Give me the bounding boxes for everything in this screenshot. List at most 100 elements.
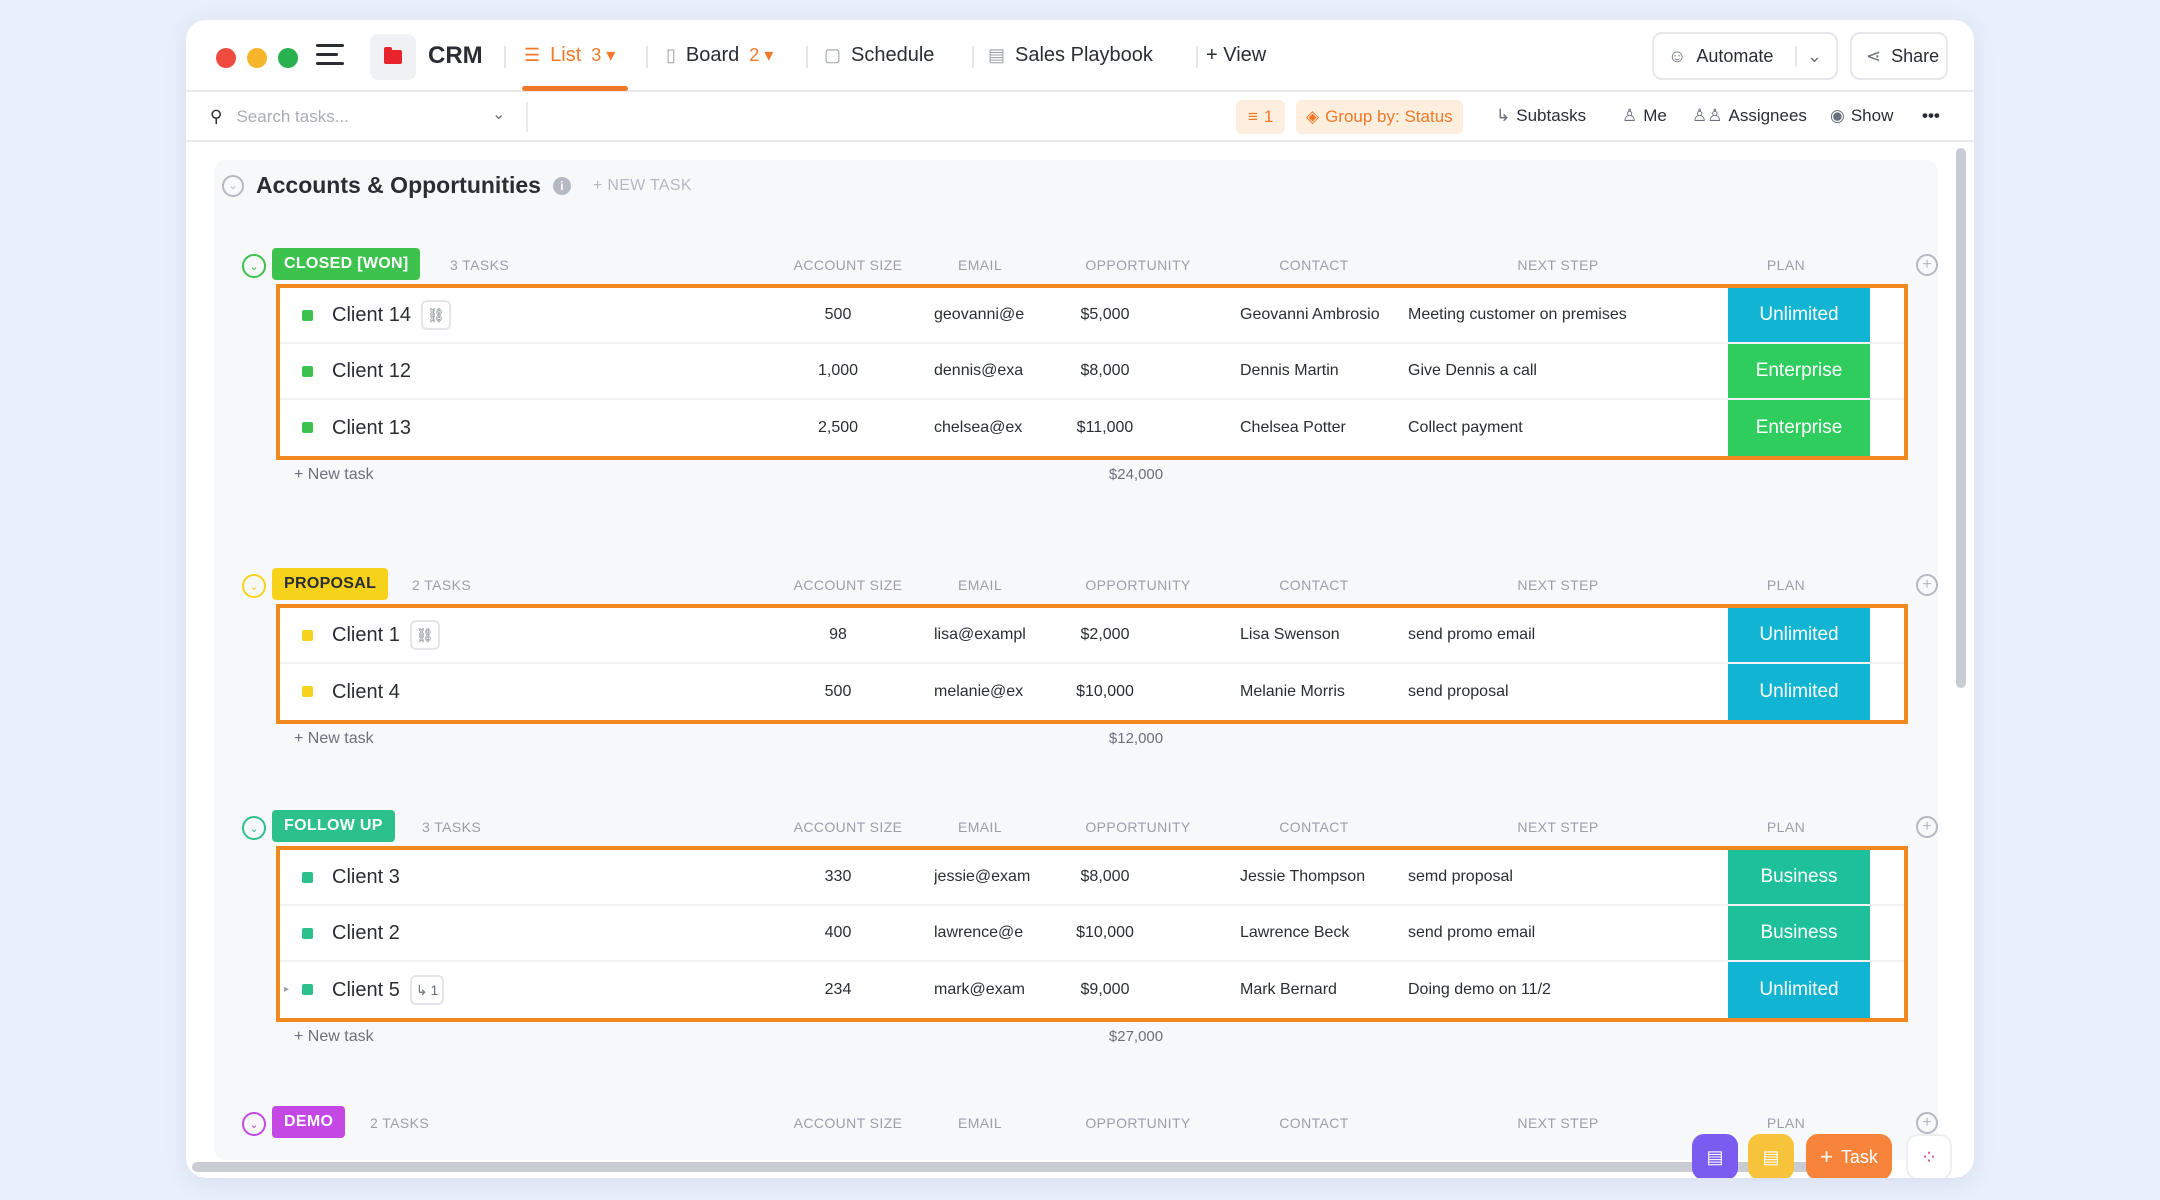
next-step-cell[interactable]: send promo email [1408, 906, 1708, 960]
group-by-button[interactable]: ◈ Group by: Status [1296, 100, 1463, 134]
add-task-row-button[interactable]: + New task [294, 1028, 374, 1046]
email-cell[interactable]: mark@exam [934, 962, 1034, 1018]
column-header[interactable]: CONTACT [1279, 819, 1348, 835]
me-button[interactable]: ♙ Me [1622, 106, 1667, 126]
contact-cell[interactable]: Lisa Swenson [1240, 608, 1390, 662]
link-icon[interactable]: ⛓ [420, 300, 451, 330]
email-cell[interactable]: melanie@ex [934, 664, 1034, 720]
new-task-button[interactable]: + NEW TASK [593, 177, 692, 195]
account-size-cell[interactable]: 330 [788, 850, 888, 904]
account-size-cell[interactable]: 500 [788, 288, 888, 342]
collapse-group-icon[interactable]: ⌄ [242, 1112, 266, 1136]
plan-cell[interactable]: Business [1728, 850, 1870, 904]
status-badge[interactable]: FOLLOW UP [272, 810, 395, 842]
opportunity-cell[interactable]: $9,000 [1045, 962, 1165, 1018]
subtasks-chip[interactable]: ↳ 1 [409, 975, 445, 1005]
task-row[interactable]: Client 14 ⛓ 500 geovanni@e $5,000 Geovanni Am… [280, 288, 1904, 344]
email-cell[interactable]: chelsea@ex [934, 400, 1034, 456]
next-step-cell[interactable]: Meeting customer on premises [1408, 288, 1708, 342]
task-name[interactable]: Client 13 [332, 400, 411, 456]
docs-button[interactable]: ▤ [1748, 1134, 1794, 1178]
next-step-cell[interactable]: Doing demo on 11/2 [1408, 962, 1708, 1018]
horizontal-scrollbar[interactable] [192, 1162, 1888, 1172]
tab-schedule[interactable]: ▢ Schedule [824, 44, 934, 67]
column-header[interactable]: CONTACT [1279, 257, 1348, 273]
email-cell[interactable]: lisa@exampl [934, 608, 1034, 662]
notepad-button[interactable]: ▤ [1692, 1134, 1738, 1178]
account-size-cell[interactable]: 400 [788, 906, 888, 960]
vertical-scrollbar[interactable] [1956, 148, 1966, 688]
plan-cell[interactable]: Business [1728, 906, 1870, 960]
opportunity-cell[interactable]: $10,000 [1045, 664, 1165, 720]
column-header[interactable]: ACCOUNT SIZE [794, 257, 903, 273]
status-square[interactable] [302, 310, 313, 321]
column-header[interactable]: NEXT STEP [1517, 257, 1598, 273]
email-cell[interactable]: geovanni@e [934, 288, 1034, 342]
minimize-window-button[interactable] [247, 48, 267, 68]
subtasks-button[interactable]: ↳ Subtasks [1496, 106, 1586, 126]
task-name[interactable]: Client 1 ⛓ [332, 608, 440, 662]
expand-icon[interactable]: ▸ [284, 984, 289, 995]
plan-cell[interactable]: Enterprise [1728, 344, 1870, 398]
info-icon[interactable]: i [552, 176, 571, 195]
task-row[interactable]: Client 2 400 lawrence@e $10,000 Lawrence Bec… [280, 906, 1904, 962]
column-header[interactable]: NEXT STEP [1517, 819, 1598, 835]
automate-button[interactable]: ☺ Automate ⌄ [1652, 32, 1838, 80]
add-task-row-button[interactable]: + New task [294, 730, 374, 748]
next-step-cell[interactable]: Collect payment [1408, 400, 1708, 456]
column-header[interactable]: NEXT STEP [1517, 577, 1598, 593]
contact-cell[interactable]: Geovanni Ambrosio [1240, 288, 1390, 342]
maximize-window-button[interactable] [278, 48, 298, 68]
apps-button[interactable]: ⁘ [1906, 1134, 1952, 1178]
opportunity-cell[interactable]: $11,000 [1045, 400, 1165, 456]
column-header[interactable]: PLAN [1767, 257, 1805, 273]
status-square[interactable] [302, 984, 313, 995]
tab-board[interactable]: ▯ Board 2 ▾ [666, 44, 773, 67]
collapse-group-icon[interactable]: ⌄ [242, 574, 266, 598]
chevron-down-icon[interactable]: ⌄ [492, 104, 505, 124]
collapse-icon[interactable]: ⌄ [222, 174, 244, 197]
task-name[interactable]: Client 2 [332, 906, 400, 960]
status-square[interactable] [302, 422, 313, 433]
add-column-icon[interactable]: + [1916, 816, 1938, 838]
next-step-cell[interactable]: semd proposal [1408, 850, 1708, 904]
column-header[interactable]: OPPORTUNITY [1085, 577, 1190, 593]
status-square[interactable] [302, 366, 313, 377]
column-header[interactable]: EMAIL [958, 257, 1002, 273]
opportunity-cell[interactable]: $10,000 [1045, 906, 1165, 960]
account-size-cell[interactable]: 98 [788, 608, 888, 662]
account-size-cell[interactable]: 1,000 [788, 344, 888, 398]
plan-cell[interactable]: Unlimited [1728, 288, 1870, 342]
column-header[interactable]: ACCOUNT SIZE [794, 819, 903, 835]
plan-cell[interactable]: Unlimited [1728, 608, 1870, 662]
plan-cell[interactable]: Enterprise [1728, 400, 1870, 456]
status-square[interactable] [302, 928, 313, 939]
assignees-button[interactable]: ♙♙ Assignees [1692, 106, 1807, 126]
collapse-group-icon[interactable]: ⌄ [242, 254, 266, 278]
status-badge[interactable]: DEMO [272, 1106, 346, 1138]
search-input[interactable]: ⚲ Search tasks... [210, 102, 349, 132]
column-header[interactable]: EMAIL [958, 577, 1002, 593]
task-row[interactable]: Client 4 500 melanie@ex $10,000 Melanie Morr… [280, 664, 1904, 720]
task-row[interactable]: Client 13 2,500 chelsea@ex $11,000 Chelsea P… [280, 400, 1904, 456]
contact-cell[interactable]: Jessie Thompson [1240, 850, 1390, 904]
plan-cell[interactable]: Unlimited [1728, 962, 1870, 1018]
status-square[interactable] [302, 872, 313, 883]
account-size-cell[interactable]: 2,500 [788, 400, 888, 456]
column-header[interactable]: PLAN [1767, 1115, 1805, 1131]
email-cell[interactable]: dennis@exa [934, 344, 1034, 398]
add-column-icon[interactable]: + [1916, 254, 1938, 276]
link-icon[interactable]: ⛓ [409, 620, 440, 650]
filter-button[interactable]: ≡ 1 [1236, 100, 1286, 134]
contact-cell[interactable]: Mark Bernard [1240, 962, 1390, 1018]
status-square[interactable] [302, 630, 313, 641]
share-button[interactable]: ⋖ Share [1850, 32, 1948, 80]
plan-cell[interactable]: Unlimited [1728, 664, 1870, 720]
column-header[interactable]: ACCOUNT SIZE [794, 1115, 903, 1131]
column-header[interactable]: NEXT STEP [1517, 1115, 1598, 1131]
status-badge[interactable]: CLOSED [WON] [272, 248, 421, 280]
hamburger-menu-icon[interactable] [316, 44, 344, 68]
tab-list[interactable]: ☰ List 3 ▾ [524, 44, 615, 67]
column-header[interactable]: OPPORTUNITY [1085, 819, 1190, 835]
column-header[interactable]: PLAN [1767, 819, 1805, 835]
